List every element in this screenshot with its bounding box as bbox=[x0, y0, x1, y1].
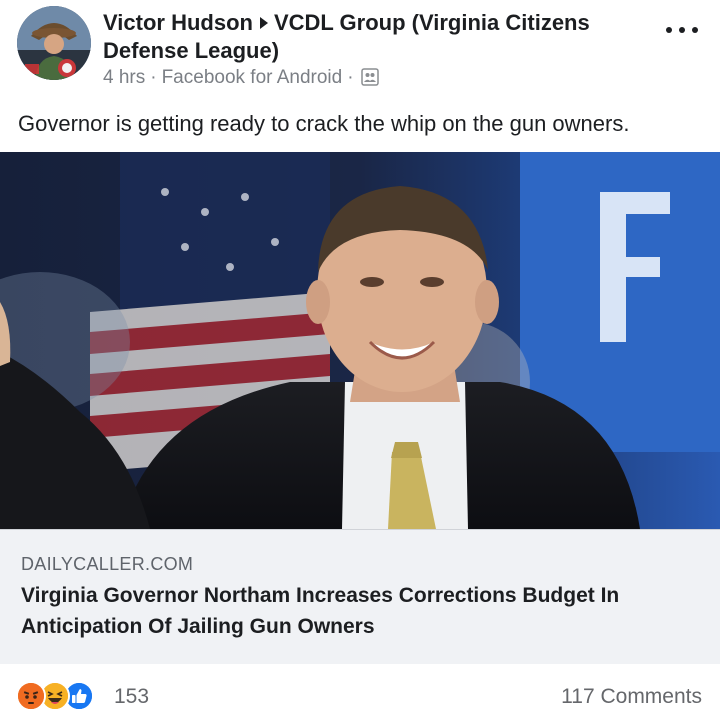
post-time[interactable]: 4 hrs bbox=[103, 67, 145, 88]
meta-separator: · bbox=[347, 67, 354, 88]
comments-count[interactable]: 117 Comments bbox=[561, 684, 702, 710]
post-footer: 153 117 Comments bbox=[0, 664, 720, 720]
meta-separator: · bbox=[150, 67, 157, 88]
avatar-image bbox=[17, 6, 91, 80]
reaction-icons[interactable] bbox=[16, 681, 106, 711]
more-dots-icon[interactable] bbox=[662, 20, 702, 40]
link-headline[interactable]: Virginia Governor Northam Increases Corr… bbox=[21, 580, 701, 642]
post-header: Victor Hudson VCDL Group (Virginia Citize… bbox=[0, 0, 720, 100]
reaction-count[interactable]: 153 bbox=[114, 684, 149, 710]
friends-icon bbox=[360, 68, 379, 93]
post-caption: Governor is getting ready to crack the w… bbox=[18, 111, 630, 136]
link-info[interactable]: DAILYCALLER.COM Virginia Governor Northa… bbox=[0, 529, 720, 664]
article-photo[interactable] bbox=[0, 152, 720, 529]
link-domain: DAILYCALLER.COM bbox=[21, 554, 194, 574]
link-preview[interactable]: DAILYCALLER.COM Virginia Governor Northa… bbox=[0, 152, 720, 664]
post-title: Victor Hudson VCDL Group (Virginia Citize… bbox=[103, 9, 653, 65]
triangle-arrow-icon bbox=[259, 17, 268, 30]
post-meta: 4 hrs · Facebook for Android · bbox=[103, 66, 379, 93]
author-avatar[interactable] bbox=[17, 6, 91, 80]
author-name[interactable]: Victor Hudson bbox=[103, 10, 253, 35]
post-source: Facebook for Android bbox=[161, 67, 343, 88]
angry-icon bbox=[16, 681, 46, 711]
